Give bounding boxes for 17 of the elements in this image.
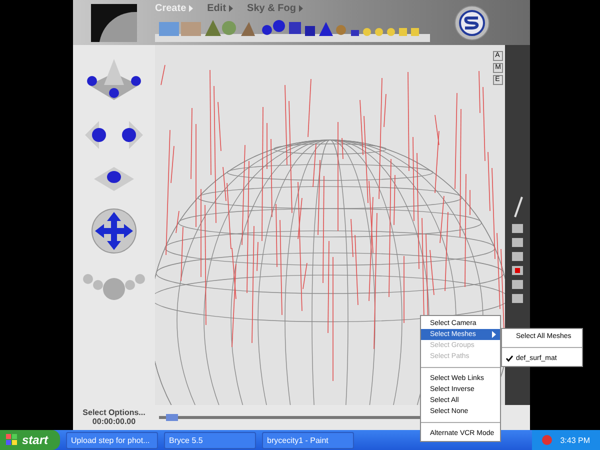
nav-preview[interactable] <box>91 4 137 42</box>
timeline-thumb[interactable] <box>166 414 178 421</box>
taskbar-button[interactable]: Upload step for phot... <box>66 432 158 448</box>
clock: 3:43 PM <box>560 436 590 444</box>
taskbar-button[interactable]: Bryce 5.5 <box>164 432 256 448</box>
logo-icon[interactable] <box>454 4 490 40</box>
status-label: Select Options... <box>82 408 146 417</box>
time-counter: 00:00:00.00 <box>92 417 136 426</box>
start-button[interactable]: start <box>0 430 60 450</box>
caret-icon <box>189 5 194 12</box>
caret-icon <box>229 5 234 12</box>
trackball-icon[interactable] <box>90 207 138 255</box>
taskbar-button[interactable]: brycecity1 - Paint <box>262 432 354 448</box>
checkmark-icon <box>506 355 513 362</box>
tool-icon[interactable] <box>512 266 523 275</box>
windows-logo-icon <box>6 434 18 446</box>
caret-icon <box>298 5 303 12</box>
